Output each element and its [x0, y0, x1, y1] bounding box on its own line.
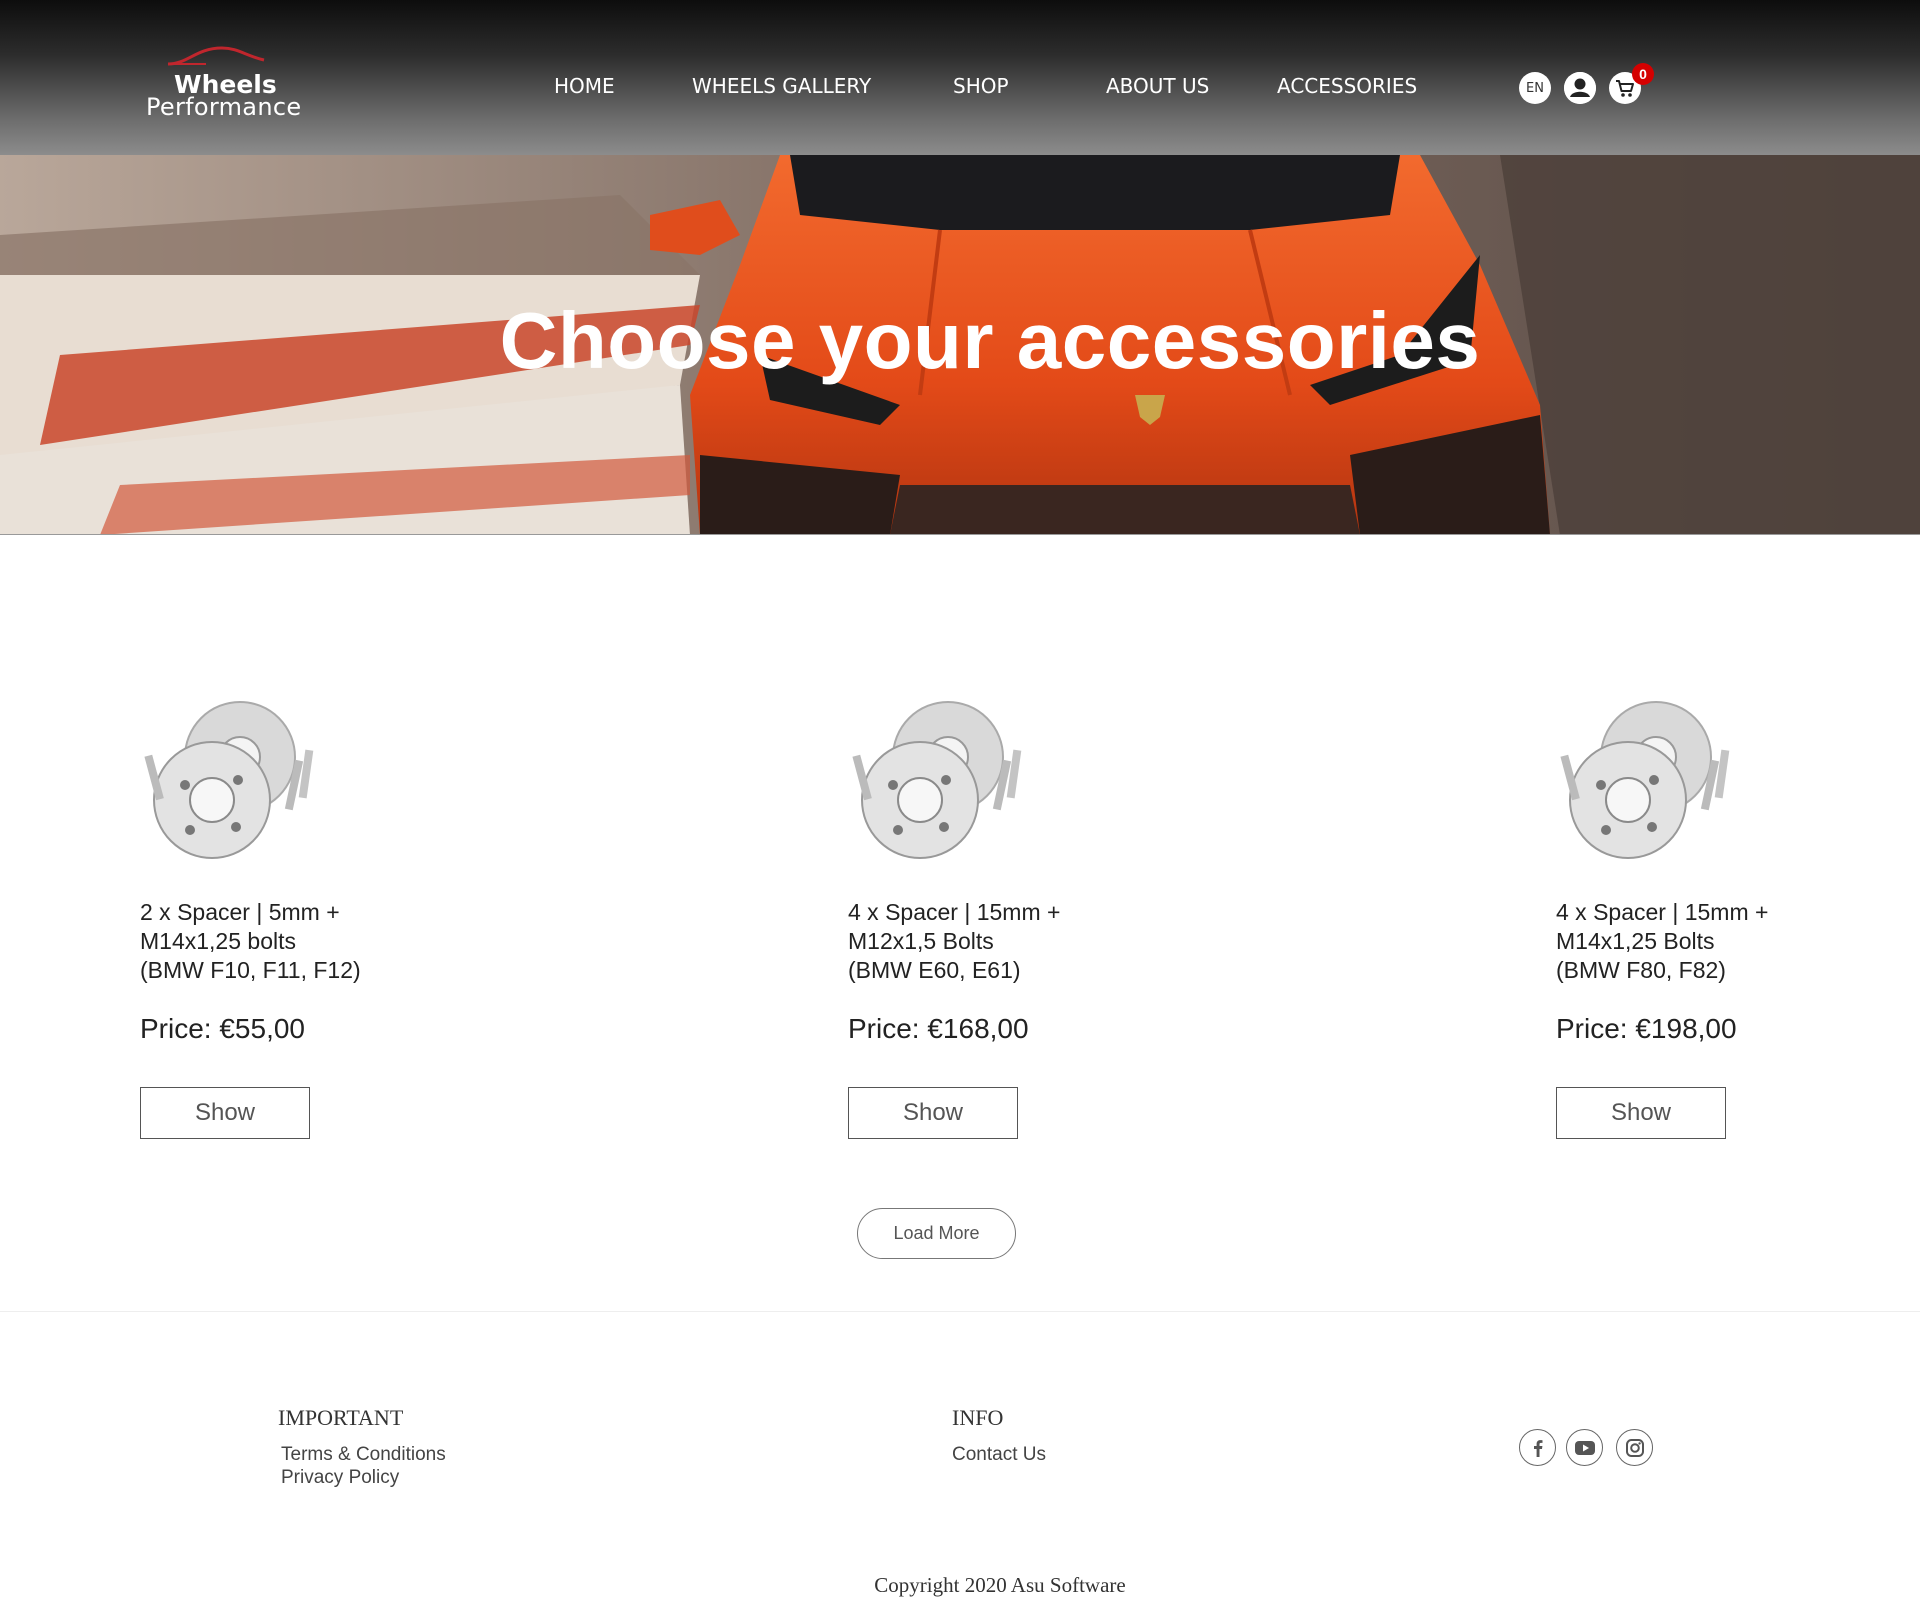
product-name-line: (BMW F10, F11, F12)	[140, 957, 361, 983]
footer-heading-important: IMPORTANT	[278, 1405, 404, 1430]
nav-about-us[interactable]: ABOUT US	[1106, 74, 1209, 98]
product-name-line: M12x1,5 Bolts	[848, 928, 994, 954]
nav-home[interactable]: HOME	[554, 74, 615, 98]
contact-link[interactable]: Contact Us	[952, 1444, 1046, 1466]
spacer-product-image	[1560, 701, 1730, 859]
user-icon	[1564, 72, 1596, 104]
product-card: 4 x Spacer | 15mm + M14x1,25 Bolts (BMW …	[1556, 695, 1916, 1145]
logo-arc-icon	[167, 46, 265, 66]
product-name-line: (BMW E60, E61)	[848, 957, 1021, 983]
cart-count-badge: 0	[1632, 63, 1654, 85]
product-price: Price: €198,00	[1556, 1013, 1737, 1044]
show-button[interactable]: Show	[848, 1087, 1018, 1139]
facebook-link[interactable]	[1519, 1429, 1556, 1466]
nav-shop[interactable]: SHOP	[953, 74, 1009, 98]
show-button[interactable]: Show	[140, 1087, 310, 1139]
show-button[interactable]: Show	[1556, 1087, 1726, 1139]
product-name-line: M14x1,25 Bolts	[1556, 928, 1715, 954]
load-more-button[interactable]: Load More	[857, 1208, 1016, 1259]
youtube-link[interactable]	[1566, 1429, 1603, 1466]
spacer-product-image	[144, 701, 314, 859]
language-selector[interactable]: EN	[1519, 72, 1551, 104]
spacer-product-image	[852, 701, 1022, 859]
instagram-icon	[1625, 1438, 1644, 1457]
footer-heading-info: INFO	[952, 1405, 1004, 1430]
copyright-text: Copyright 2020 Asu Software	[874, 1573, 1126, 1597]
product-price: Price: €55,00	[140, 1013, 305, 1044]
hero-banner: Choose your accessories	[0, 155, 1920, 535]
product-price: Price: €168,00	[848, 1013, 1029, 1044]
youtube-icon	[1574, 1440, 1595, 1455]
terms-link[interactable]: Terms & Conditions	[281, 1444, 446, 1466]
privacy-link[interactable]: Privacy Policy	[281, 1467, 399, 1489]
account-button[interactable]	[1564, 72, 1596, 104]
instagram-link[interactable]	[1616, 1429, 1653, 1466]
nav-wheels-gallery[interactable]: WHEELS GALLERY	[692, 74, 871, 98]
product-name-line: (BMW F80, F82)	[1556, 957, 1726, 983]
product-name-line: 4 x Spacer | 15mm +	[1556, 899, 1769, 925]
facebook-icon	[1533, 1439, 1542, 1457]
product-name: 4 x Spacer | 15mm + M14x1,25 Bolts (BMW …	[1556, 898, 1896, 985]
hero-title: Choose your accessories	[499, 296, 1481, 385]
product-name-line: 4 x Spacer | 15mm +	[848, 899, 1061, 925]
product-card: 2 x Spacer | 5mm + M14x1,25 bolts (BMW F…	[140, 695, 560, 1145]
language-label: EN	[1526, 80, 1544, 96]
cart-icon	[1616, 80, 1634, 97]
product-name-line: 2 x Spacer | 5mm +	[140, 899, 340, 925]
product-name: 2 x Spacer | 5mm + M14x1,25 bolts (BMW F…	[140, 898, 540, 985]
product-card: 4 x Spacer | 15mm + M12x1,5 Bolts (BMW E…	[848, 695, 1268, 1145]
product-name-line: M14x1,25 bolts	[140, 928, 296, 954]
product-name: 4 x Spacer | 15mm + M12x1,5 Bolts (BMW E…	[848, 898, 1248, 985]
nav-accessories[interactable]: ACCESSORIES	[1277, 74, 1417, 98]
section-divider	[0, 1311, 1920, 1312]
site-header: Wheels Performance HOME WHEELS GALLERY S…	[0, 0, 1920, 155]
